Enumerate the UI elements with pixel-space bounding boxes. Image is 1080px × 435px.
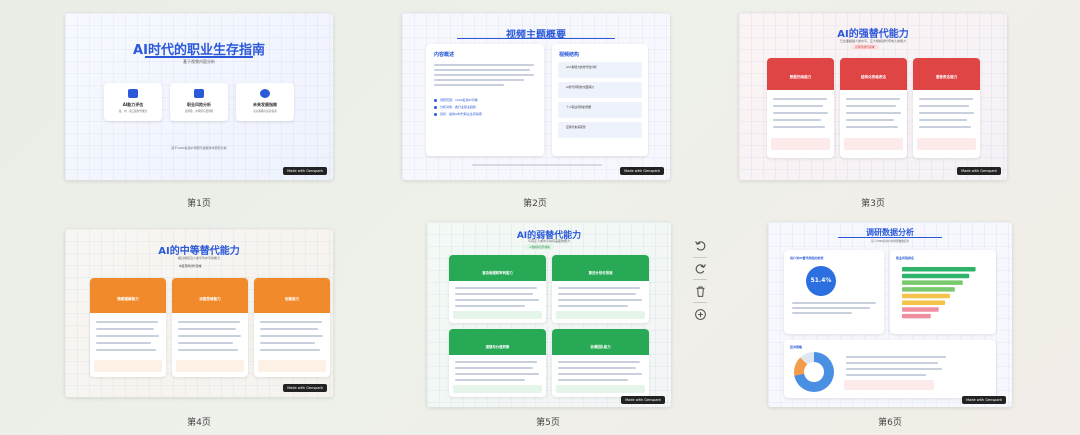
stat-title: 用户对AI替代风险的担忧 [790, 256, 824, 260]
slide-subtitle: 超过或接近人类平均水平的能力 [177, 256, 220, 260]
bar [902, 267, 976, 272]
trash-icon[interactable] [691, 282, 709, 300]
slide-thumbnail-2[interactable]: 视频主题概要 内容概述 调研范围：1000名用户问卷 分析对象：各行业职业趋势 … [402, 13, 670, 180]
slide-label: 第5页 [536, 418, 560, 428]
slide-label: 第4页 [187, 418, 211, 428]
risk-badge: 中度风险替代领域 [179, 264, 202, 268]
card-title: 情感理解能力 [117, 297, 139, 301]
watermark-badge: Made with Genspark [283, 384, 327, 392]
slide-thumbnail-1[interactable]: AI时代的职业生存指南 基于视频内容分析 AI能力评估 强、中、弱三级替代能力 … [65, 13, 333, 180]
slide-label: 第3页 [861, 199, 885, 209]
slide-label: 第1页 [187, 199, 211, 209]
add-icon[interactable] [691, 305, 709, 323]
slide-thumbnail-3[interactable]: AI的强替代能力 已全面超越人类水平，正大规模替代传统人类能力 高风险替代领域 … [739, 13, 1007, 180]
card-title: 协调团队能力 [590, 345, 611, 349]
risk-bar-chart [902, 267, 976, 319]
stat-value: 51.4% [810, 277, 832, 284]
section-heading: 内容概述 [434, 52, 455, 58]
point-item: 调研范围：1000名用户问卷 [440, 98, 478, 102]
slide-subtitle: 已全面超越人类水平，正大规模替代传统人类能力 [839, 39, 906, 43]
stat-card: 用户对AI替代风险的担忧 51.4% [784, 250, 884, 334]
watermark-badge: Made with Genspark [957, 167, 1001, 175]
feature-title: 未来发展指南 [253, 102, 277, 107]
card-title: 复杂推理和审判能力 [482, 271, 513, 275]
feature-card: 职业风险分析 高风险、中风险与低风险 [170, 83, 228, 121]
feature-desc: 高风险、中风险与低风险 [184, 110, 214, 113]
pie-title: 应对策略 [790, 345, 803, 349]
briefcase-icon [194, 89, 204, 98]
advantage-badge: 人类相对优势领域 [525, 244, 554, 250]
bar [902, 287, 955, 292]
structure-item: AI人类能力的替代性分析 [566, 65, 597, 69]
feature-title: 职业风险分析 [187, 102, 211, 107]
watermark-badge: Made with Genspark [621, 396, 665, 404]
feature-title: AI能力评估 [122, 102, 144, 107]
slide-subtitle: 与真正人类水平尚有差距的能力 [527, 239, 570, 243]
ability-card: 道德与价值判断 [449, 329, 546, 397]
section-heading: 视频结构 [559, 52, 580, 58]
slide-label: 第2页 [523, 199, 547, 209]
ability-card: 协调团队能力 [552, 329, 649, 397]
ranking-card: 职业风险排名 [890, 250, 996, 334]
slide-footer: 基于1000名用户调研与视频学术研究分析 [171, 146, 227, 150]
card-title: 数据归纳能力 [789, 75, 812, 79]
bar [902, 313, 931, 319]
slide-subtitle: 基于视频内容分析 [183, 59, 215, 64]
bar [902, 280, 963, 285]
ability-card: 深度思维能力 [172, 278, 248, 377]
strategy-card: 应对策略 [784, 340, 996, 398]
risk-badge: 高风险替代领域 [851, 44, 879, 50]
bar [902, 273, 970, 279]
ability-card: 情感理解能力 [90, 278, 166, 377]
chart-title: 职业风险排名 [896, 256, 915, 260]
robot-icon [128, 89, 138, 98]
overview-card: 内容概述 调研范围：1000名用户问卷 分析对象：各行业职业趋势 目标：提供AI… [426, 44, 544, 156]
feature-card: AI能力评估 强、中、弱三级替代能力 [104, 83, 162, 121]
slide-thumbnail-5[interactable]: AI的弱替代能力 与真正人类水平尚有差距的能力 人类相对优势领域 复杂推理和审判… [427, 222, 671, 407]
ability-card: 结构化表格表达 [840, 58, 907, 158]
point-item: 分析对象：各行业职业趋势 [440, 105, 477, 109]
structure-card: 视频结构 AI人类能力的替代性分析 AI替代风险的全面探讨 个人职业风险的测量 … [552, 44, 648, 156]
ability-card: 数据归纳能力 [767, 58, 834, 158]
watermark-badge: Made with Genspark [962, 396, 1006, 404]
structure-item: 应用与未来展望 [566, 125, 586, 129]
structure-item: AI替代风险的全面探讨 [566, 85, 594, 89]
undo-icon[interactable] [691, 236, 709, 254]
card-title: 深度思维能力 [199, 297, 221, 301]
card-title: 算法计划与预测 [588, 271, 613, 275]
slide-thumbnail-6[interactable]: 调研数据分析 基于1000名用户的调研数据结果 用户对AI替代风险的担忧 51.… [768, 222, 1012, 407]
feature-desc: 应对策略与适应指南 [253, 110, 277, 113]
ability-card: 创意能力 [254, 278, 330, 377]
ability-card: 算法计划与预测 [552, 255, 649, 323]
compass-icon [260, 89, 270, 98]
slide-title: AI的强替代能力 [837, 29, 909, 40]
ability-card: 复杂推理和审判能力 [449, 255, 546, 323]
feature-card: 未来发展指南 应对策略与适应指南 [236, 83, 294, 121]
ability-card: 语音表达能力 [913, 58, 980, 158]
bar [902, 307, 939, 312]
slide-subtitle: 基于1000名用户的调研数据结果 [871, 240, 909, 243]
bar [902, 300, 946, 305]
card-title: 道德与价值判断 [485, 345, 510, 349]
bar [902, 293, 950, 299]
point-item: 目标：提供AI时代职业生存指南 [440, 112, 482, 116]
slide-thumbnail-4[interactable]: AI的中等替代能力 超过或接近人类平均水平的能力 中度风险替代领域 情感理解能力… [65, 229, 333, 397]
structure-item: 个人职业风险的测量 [566, 105, 592, 109]
redo-icon[interactable] [691, 259, 709, 277]
watermark-badge: Made with Genspark [283, 167, 327, 175]
slide-label: 第6页 [878, 418, 902, 428]
watermark-badge: Made with Genspark [620, 167, 664, 175]
card-title: 结构化表格表达 [860, 75, 887, 79]
card-title: 创意能力 [284, 297, 300, 301]
card-title: 语音表达能力 [935, 75, 958, 79]
slide-title: AI的中等替代能力 [158, 246, 240, 257]
feature-desc: 强、中、弱三级替代能力 [118, 110, 148, 113]
